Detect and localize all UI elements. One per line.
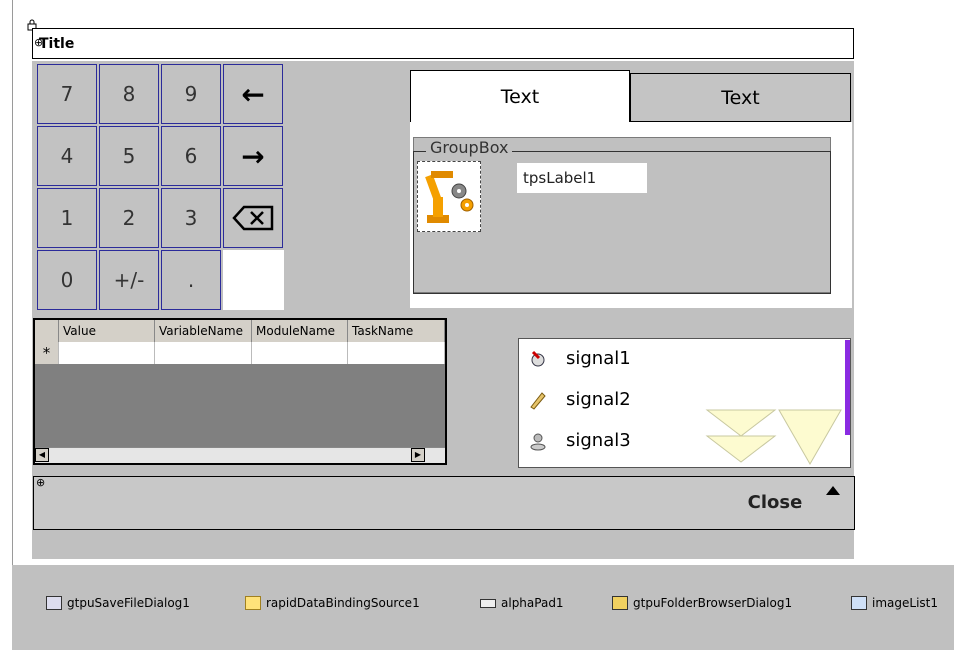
tray-item-label: alphaPad1: [501, 596, 564, 610]
grid-horizontal-scrollbar[interactable]: ◀ ▶: [35, 447, 445, 463]
robot-icon: [425, 170, 474, 223]
key-plus-minus[interactable]: +/-: [99, 250, 159, 310]
groupbox-label: GroupBox: [426, 138, 513, 157]
tray-item-data-binding-source[interactable]: rapidDataBindingSource1: [245, 596, 420, 610]
tray-item-image-list[interactable]: imageList1: [851, 596, 938, 610]
left-arrow-icon: ←: [241, 77, 265, 111]
list-item-signal1[interactable]: signal1: [520, 348, 631, 369]
column-header-variablename[interactable]: VariableName: [155, 320, 252, 342]
caret-up-icon[interactable]: [826, 480, 840, 499]
title-bar[interactable]: ⊕ Title: [32, 28, 854, 59]
scroll-down-chevron-icon[interactable]: [705, 408, 845, 470]
folder-dialog-icon: [612, 596, 628, 610]
backspace-button[interactable]: [223, 188, 283, 248]
list-scrollbar[interactable]: [845, 340, 850, 435]
signal-label: signal3: [566, 430, 631, 451]
right-arrow-icon: →: [241, 139, 265, 173]
close-button[interactable]: Close: [730, 488, 820, 518]
key-4[interactable]: 4: [37, 126, 97, 186]
tray-item-label: rapidDataBindingSource1: [266, 596, 420, 610]
anchor-icon: ⊕: [34, 36, 44, 49]
key-decimal[interactable]: .: [161, 250, 221, 310]
tps-label: tpsLabel1: [517, 163, 647, 193]
tray-item-save-file-dialog[interactable]: gtpuSaveFileDialog1: [46, 596, 190, 610]
column-header-taskname[interactable]: TaskName: [348, 320, 445, 342]
tab-text-1[interactable]: Text: [410, 70, 630, 122]
scroll-right-icon[interactable]: ▶: [411, 448, 425, 462]
tray-item-label: gtpuSaveFileDialog1: [67, 596, 190, 610]
tray-item-label: gtpuFolderBrowserDialog1: [633, 596, 793, 610]
grid-new-row[interactable]: *: [35, 342, 445, 364]
key-8[interactable]: 8: [99, 64, 159, 124]
scroll-left-icon[interactable]: ◀: [35, 448, 49, 462]
designer-guide-line: [12, 0, 13, 565]
signal-label: signal2: [566, 389, 631, 410]
key-7[interactable]: 7: [37, 64, 97, 124]
key-9[interactable]: 9: [161, 64, 221, 124]
tray-item-folder-browser-dialog[interactable]: gtpuFolderBrowserDialog1: [612, 596, 792, 610]
pencil-icon: [520, 390, 556, 410]
key-3[interactable]: 3: [161, 188, 221, 248]
key-1[interactable]: 1: [37, 188, 97, 248]
tab-text-2[interactable]: Text: [630, 73, 851, 122]
key-5[interactable]: 5: [99, 126, 159, 186]
backspace-icon: [232, 205, 274, 231]
list-item-signal2[interactable]: signal2: [520, 389, 631, 410]
key-6[interactable]: 6: [161, 126, 221, 186]
signal-record-icon: [520, 350, 556, 368]
new-row-marker: *: [35, 342, 59, 364]
form-title: Title: [39, 36, 75, 52]
user-icon: [520, 431, 556, 451]
key-0[interactable]: 0: [37, 250, 97, 310]
column-header-value[interactable]: Value: [59, 320, 155, 342]
tray-item-alpha-pad[interactable]: alphaPad1: [480, 596, 564, 610]
right-arrow-button[interactable]: →: [223, 126, 283, 186]
key-2[interactable]: 2: [99, 188, 159, 248]
tray-item-label: imageList1: [872, 596, 938, 610]
keyboard-icon: [480, 598, 496, 608]
robot-picturebox[interactable]: [417, 161, 481, 232]
left-arrow-button[interactable]: ←: [223, 64, 283, 124]
save-dialog-icon: [46, 596, 62, 610]
image-list-icon: [851, 596, 867, 610]
signal-label: signal1: [566, 348, 631, 369]
column-header-modulename[interactable]: ModuleName: [252, 320, 348, 342]
grid-header: Value VariableName ModuleName TaskName: [35, 320, 445, 342]
anchor-icon: ⊕: [36, 476, 46, 489]
keypad-empty-cell: [223, 250, 284, 310]
data-grid[interactable]: Value VariableName ModuleName TaskName *…: [33, 318, 447, 465]
list-item-signal3[interactable]: signal3: [520, 430, 631, 451]
binding-source-icon: [245, 596, 261, 610]
